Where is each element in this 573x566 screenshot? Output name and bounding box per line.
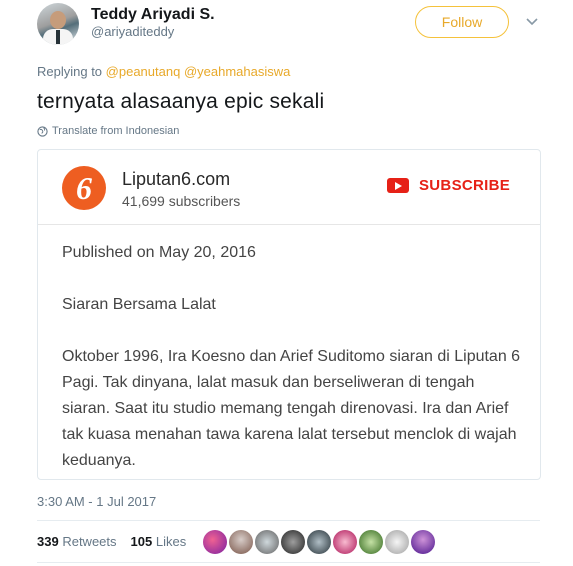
mention-link[interactable]: @peanutanq: [106, 64, 181, 79]
video-title: Siaran Bersama Lalat: [62, 296, 216, 313]
channel-header: 6 Liputan6.com 41,699 subscribers SUBSCR…: [38, 150, 540, 225]
retweet-label: Retweets: [62, 534, 117, 549]
published-date: Published on May 20, 2016: [62, 244, 256, 261]
liker-avatar[interactable]: [281, 530, 305, 554]
tweet-timestamp[interactable]: 3:30 AM - 1 Jul 2017: [37, 494, 156, 509]
replying-to: Replying to @peanutanq @yeahmahasiswa: [37, 64, 290, 79]
video-card[interactable]: 6 Liputan6.com 41,699 subscribers SUBSCR…: [37, 149, 541, 480]
follow-button[interactable]: Follow: [415, 6, 509, 38]
like-stat[interactable]: 105 Likes: [131, 534, 187, 549]
translate-label: Translate from Indonesian: [52, 125, 180, 137]
channel-logo[interactable]: 6: [62, 166, 106, 210]
tweet-text: ternyata alasaanya epic sekali: [37, 90, 325, 113]
like-count: 105: [130, 534, 153, 549]
channel-name[interactable]: Liputan6.com: [122, 169, 230, 190]
liker-avatar[interactable]: [255, 530, 279, 554]
subscribe-button[interactable]: SUBSCRIBE: [387, 177, 510, 194]
liker-avatar[interactable]: [411, 530, 435, 554]
retweet-stat[interactable]: 339 Retweets: [37, 534, 117, 549]
video-description: Published on May 20, 2016 Siaran Bersama…: [62, 240, 522, 479]
like-label: Likes: [155, 534, 187, 549]
replying-to-prefix: Replying to: [37, 64, 103, 79]
tweet-stats: 339 Retweets 105 Likes: [37, 534, 186, 549]
liker-avatar[interactable]: [307, 530, 331, 554]
youtube-icon: [387, 178, 409, 193]
subscriber-count: 41,699 subscribers: [122, 193, 241, 209]
translate-link[interactable]: Translate from Indonesian: [37, 125, 179, 137]
mention-link[interactable]: @yeahmahasiswa: [184, 64, 290, 79]
chevron-down-icon[interactable]: [525, 14, 539, 28]
liker-avatar[interactable]: [333, 530, 357, 554]
divider: [37, 562, 540, 563]
subscribe-label: SUBSCRIBE: [419, 177, 511, 194]
liker-avatars: [203, 530, 435, 554]
author-name[interactable]: Teddy Ariyadi S.: [91, 6, 215, 24]
liker-avatar[interactable]: [203, 530, 227, 554]
liker-avatar[interactable]: [359, 530, 383, 554]
author-avatar[interactable]: [37, 3, 79, 45]
liker-avatar[interactable]: [229, 530, 253, 554]
globe-icon: [37, 125, 48, 137]
author-handle[interactable]: @ariyaditeddy: [91, 24, 174, 39]
divider: [37, 520, 540, 521]
description-text: Oktober 1996, Ira Koesno dan Arief Sudit…: [62, 348, 521, 469]
retweet-count: 339: [37, 534, 59, 549]
channel-logo-glyph: 6: [76, 170, 92, 206]
liker-avatar[interactable]: [385, 530, 409, 554]
